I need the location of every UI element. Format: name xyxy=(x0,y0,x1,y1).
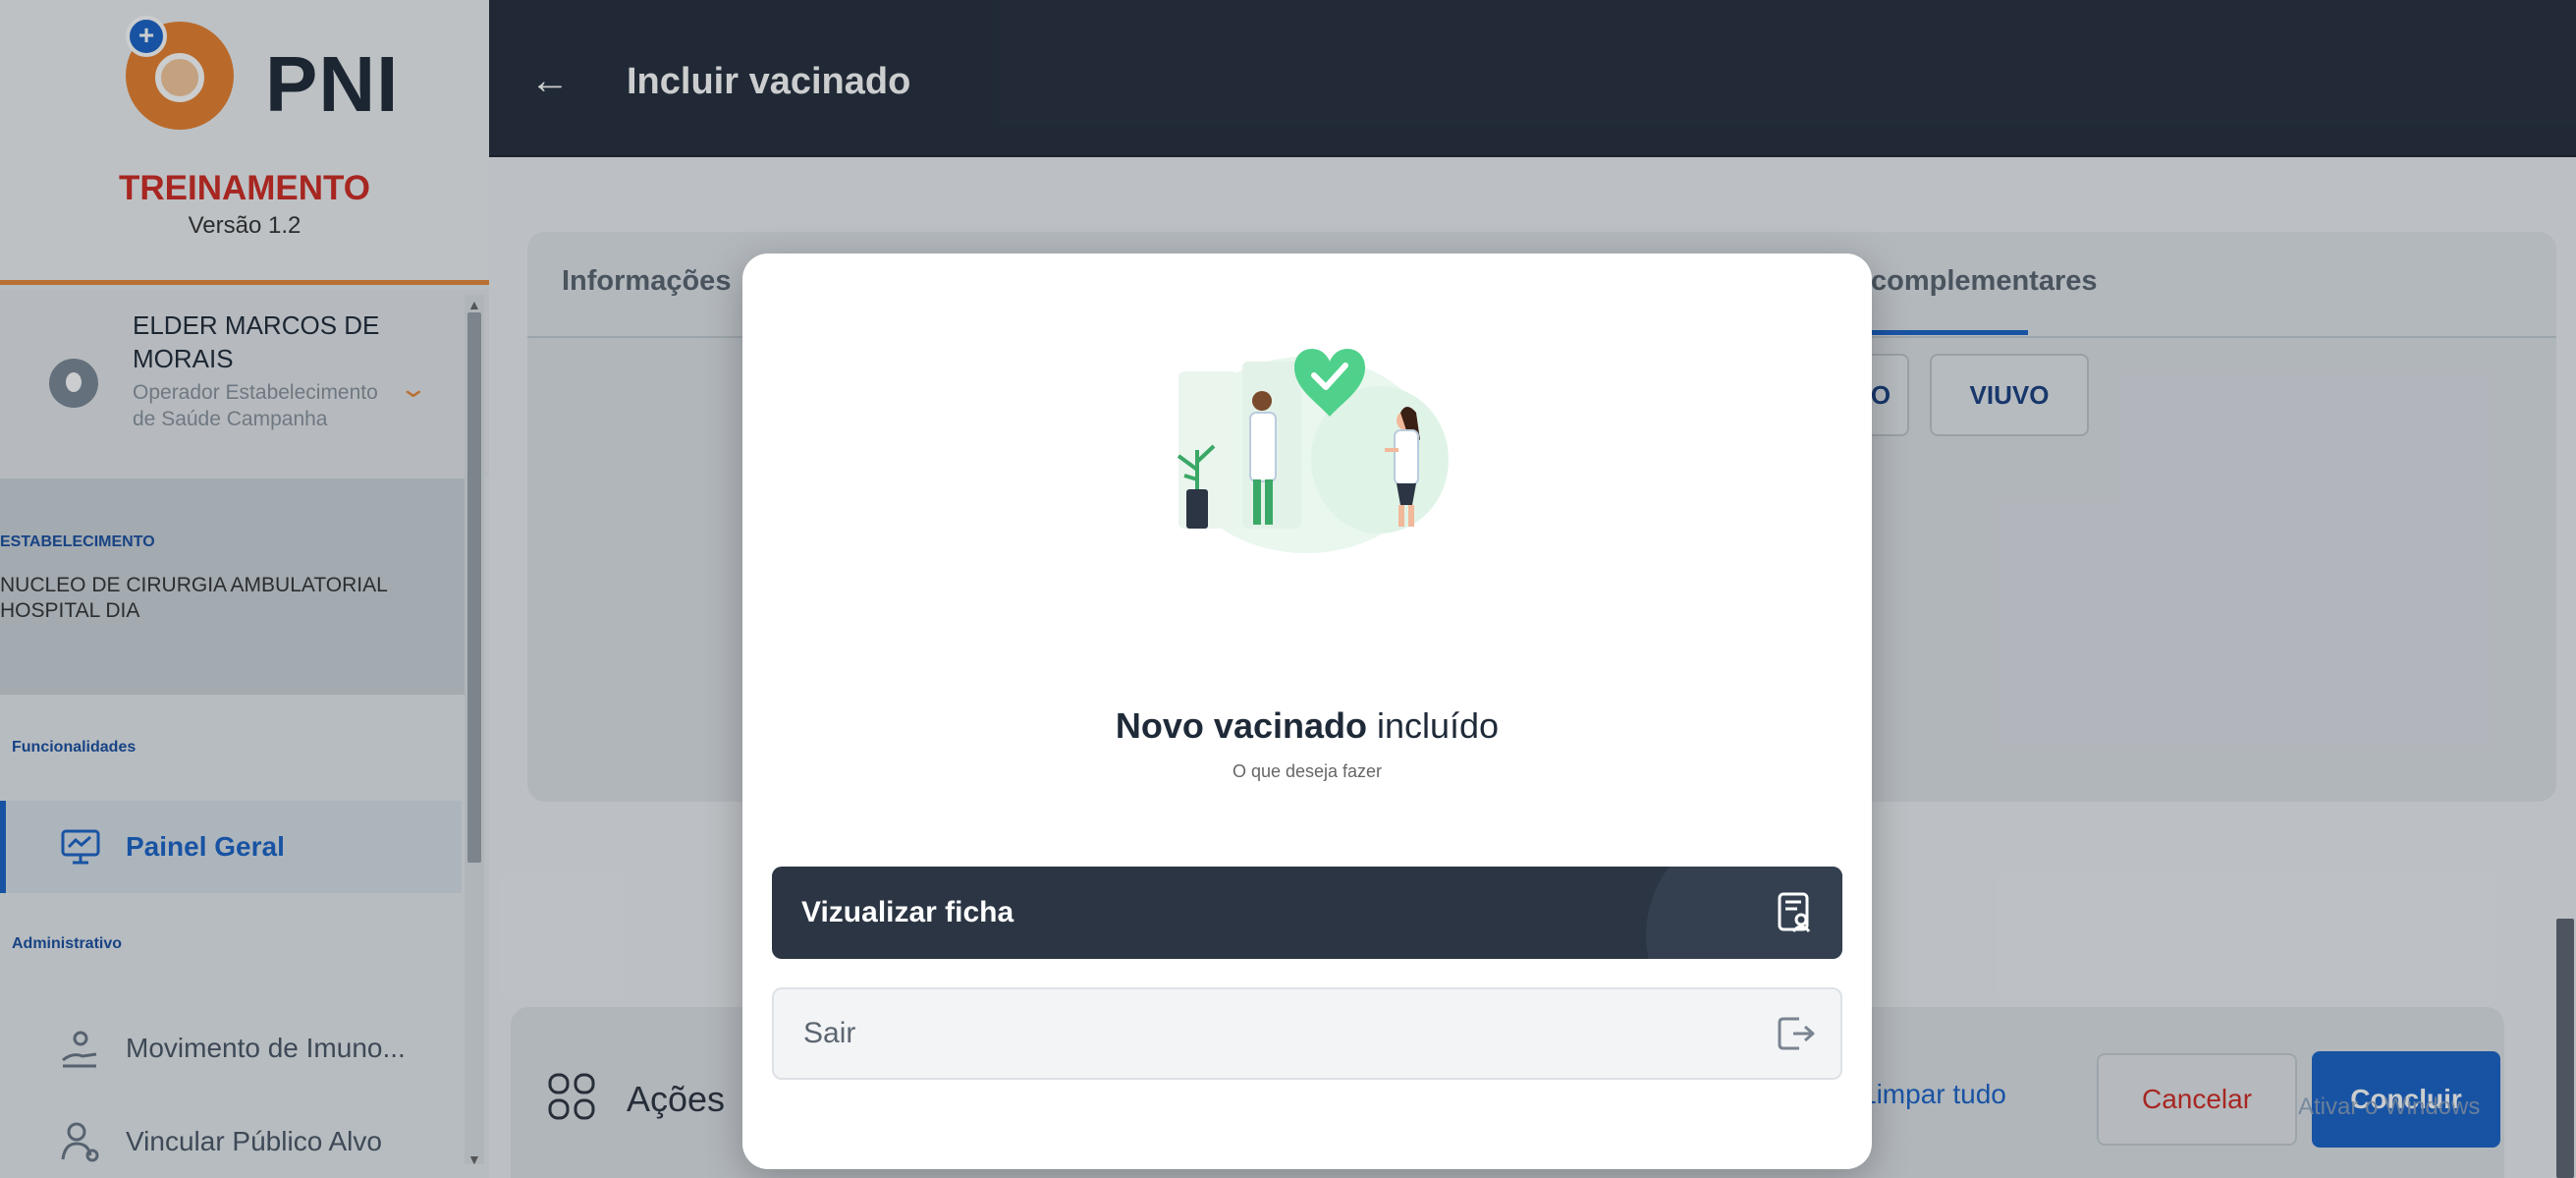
dialog-title-rest: incluído xyxy=(1366,705,1500,746)
doctors-heart-illustration xyxy=(1177,349,1449,553)
dialog-title-main: Novo vacinado xyxy=(1115,705,1367,746)
view-record-label: Vizualizar ficha xyxy=(801,896,1014,928)
dialog-subtitle: O que deseja fazer xyxy=(1232,761,1383,781)
exit-label: Sair xyxy=(803,1017,856,1049)
view-record-button[interactable]: Vizualizar ficha xyxy=(772,867,1842,959)
exit-button[interactable]: Sair xyxy=(772,987,1842,1080)
document-user-icon xyxy=(1778,892,1811,932)
logout-icon xyxy=(1778,1017,1815,1050)
dialog-title: Novo vacinado incluído xyxy=(742,705,1872,747)
